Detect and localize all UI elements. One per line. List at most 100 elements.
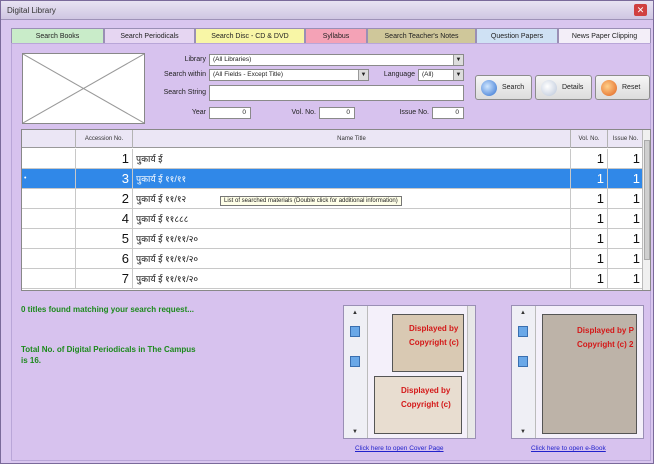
grid-tooltip: List of searched materials (Double click… <box>220 196 402 206</box>
issue-no-cell: 1 <box>608 149 644 169</box>
accession-no-cell: 3 <box>76 169 133 189</box>
vol-no-input[interactable]: 0 <box>319 107 355 119</box>
tab-search-disc[interactable]: Search Disc - CD & DVD <box>195 28 305 43</box>
open-ebook-link[interactable]: Click here to open e-Book <box>531 445 606 452</box>
search-button[interactable]: Search <box>475 75 532 100</box>
issue-no-cell: 1 <box>608 269 644 289</box>
library-select[interactable]: (All Libraries) ▼ <box>209 54 464 66</box>
cover-page-image-1: Displayed by Copyright (c) <box>392 314 464 372</box>
vol-no-cell: 1 <box>571 269 608 289</box>
header-accession-no[interactable]: Accession No. <box>76 130 133 148</box>
vol-no-cell: 1 <box>571 229 608 249</box>
watermark-displayed-by: Displayed by P <box>577 326 634 335</box>
page-icon[interactable] <box>350 356 360 367</box>
table-row[interactable]: 7 पुकार्य ई ११/११/२० 1 1 <box>22 269 644 289</box>
search-string-input[interactable] <box>209 85 464 101</box>
details-button-label: Details <box>562 84 584 91</box>
issue-no-label: Issue No. <box>399 109 429 116</box>
vol-no-cell: 1 <box>571 249 608 269</box>
row-indicator: • <box>22 169 76 189</box>
language-select[interactable]: (All) ▼ <box>418 69 464 81</box>
arrow-up-icon[interactable]: ▲ <box>352 310 358 316</box>
ebook-page-image: Displayed by P Copyright (c) 2 <box>542 314 637 434</box>
language-label: Language <box>383 71 415 78</box>
periodicals-grid[interactable]: Accession No. Name Title Vol. No. Issue … <box>21 129 651 291</box>
tab-syllabus[interactable]: Syllabus <box>305 28 367 43</box>
search-within-label: Search within <box>163 71 206 78</box>
vol-no-cell: 1 <box>571 149 608 169</box>
title-cell: पुकार्य ई ११/११/२० <box>133 249 571 269</box>
accession-no-cell: 7 <box>76 269 133 289</box>
table-row[interactable]: 5 पुकार्य ई ११/११/२० 1 1 <box>22 229 644 249</box>
search-within-value: (All Fields - Except Title) <box>213 71 284 78</box>
grid-scrollbar[interactable] <box>642 130 650 290</box>
table-row[interactable]: 6 पुकार्य ई ११/११/२० 1 1 <box>22 249 644 269</box>
search-within-select[interactable]: (All Fields - Except Title) ▼ <box>209 69 369 81</box>
tab-search-periodicals[interactable]: Search Periodicals <box>104 28 195 43</box>
tab-search-teachers-notes[interactable]: Search Teacher's Notes <box>367 28 476 43</box>
chevron-down-icon[interactable]: ▼ <box>358 70 368 80</box>
chevron-down-icon[interactable]: ▼ <box>453 55 463 65</box>
row-indicator <box>22 229 76 249</box>
search-result-status: 0 titles found matching your search requ… <box>21 305 194 314</box>
issue-no-cell: 1 <box>608 189 644 209</box>
library-label: Library <box>184 56 206 63</box>
grid-scrollbar-thumb[interactable] <box>644 140 650 260</box>
reset-icon <box>601 80 617 96</box>
close-icon[interactable]: ✕ <box>634 4 647 16</box>
search-icon <box>481 80 497 96</box>
search-button-label: Search <box>502 84 525 91</box>
table-row[interactable]: 1 पुकार्य ई 1 1 <box>22 149 644 169</box>
reset-button-label: Reset <box>622 84 641 91</box>
page-icon[interactable] <box>518 356 528 367</box>
details-button[interactable]: Details <box>535 75 592 100</box>
vol-no-label: Vol. No. <box>291 109 316 116</box>
page-icon[interactable] <box>350 326 360 337</box>
header-issue-no[interactable]: Issue No. <box>608 130 644 148</box>
viewer-scrollbar[interactable] <box>467 306 475 438</box>
watermark-displayed-by: Displayed by <box>401 386 451 395</box>
row-indicator <box>22 149 76 169</box>
title-cell: पुकार्य ई ११८८८ <box>133 209 571 229</box>
ebook-viewer[interactable]: ▲ ▼ Displayed by P Copyright (c) 2 <box>511 305 644 439</box>
header-indicator <box>22 130 76 148</box>
row-indicator <box>22 189 76 209</box>
table-row[interactable]: 4 पुकार्य ई ११८८८ 1 1 <box>22 209 644 229</box>
reset-button[interactable]: Reset <box>595 75 650 100</box>
year-label: Year <box>191 109 206 116</box>
arrow-up-icon[interactable]: ▲ <box>520 310 526 316</box>
accession-no-cell: 2 <box>76 189 133 209</box>
issue-no-cell: 1 <box>608 209 644 229</box>
year-input[interactable]: 0 <box>209 107 251 119</box>
header-vol-no[interactable]: Vol. No. <box>571 130 608 148</box>
watermark-copyright: Copyright (c) <box>409 338 459 347</box>
table-row-selected[interactable]: • 3 पुकार्य ई ११/११ 1 1 <box>22 169 644 189</box>
page-icon[interactable] <box>518 326 528 337</box>
title-bar: Digital Library ✕ <box>1 1 653 20</box>
accession-no-cell: 5 <box>76 229 133 249</box>
tab-question-papers[interactable]: Question Papers <box>476 28 558 43</box>
row-indicator <box>22 209 76 229</box>
digital-library-window: Digital Library ✕ Search Books Search Pe… <box>0 0 654 464</box>
language-value: (All) <box>422 71 434 78</box>
row-indicator <box>22 249 76 269</box>
search-string-label: Search String <box>163 89 206 96</box>
accession-no-cell: 6 <box>76 249 133 269</box>
tab-news-paper-clipping[interactable]: News Paper Clipping <box>558 28 651 43</box>
issue-no-input[interactable]: 0 <box>432 107 464 119</box>
image-placeholder-icon <box>22 53 145 124</box>
title-cell: पुकार्य ई <box>133 149 571 169</box>
arrow-down-icon[interactable]: ▼ <box>352 429 358 435</box>
chevron-down-icon[interactable]: ▼ <box>453 70 463 80</box>
cover-thumbnail-placeholder <box>22 53 145 124</box>
header-name-title[interactable]: Name Title <box>133 130 571 148</box>
open-cover-page-link[interactable]: Click here to open Cover Page <box>355 445 444 452</box>
title-cell: पुकार्य ई ११/११/२० <box>133 269 571 289</box>
accession-no-cell: 4 <box>76 209 133 229</box>
watermark-displayed-by: Displayed by <box>409 324 459 333</box>
cover-page-viewer[interactable]: ▲ ▼ Displayed by Copyright (c) Displayed… <box>343 305 476 439</box>
viewer-sidebar: ▲ ▼ <box>512 306 536 438</box>
watermark-copyright: Copyright (c) <box>401 400 451 409</box>
tab-search-books[interactable]: Search Books <box>11 28 104 43</box>
arrow-down-icon[interactable]: ▼ <box>520 429 526 435</box>
